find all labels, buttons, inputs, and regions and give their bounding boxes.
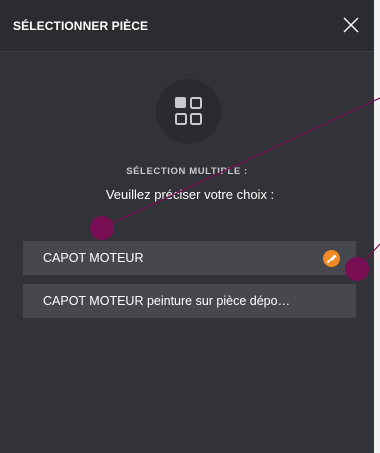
option-label: CAPOT MOTEUR xyxy=(43,251,144,265)
option-label: CAPOT MOTEUR peinture sur pièce dépo… xyxy=(43,294,291,308)
select-part-modal: SÉLECTIONNER PIÈCE SÉLECTION MULTIPLE : … xyxy=(0,0,374,453)
annotation-marker xyxy=(90,216,114,240)
option-capot-moteur-peinture[interactable]: CAPOT MOTEUR peinture sur pièce dépo… xyxy=(23,284,356,318)
paint-brush-icon xyxy=(323,250,340,267)
option-capot-moteur[interactable]: CAPOT MOTEUR xyxy=(23,241,356,275)
modal-title: SÉLECTIONNER PIÈCE xyxy=(13,19,149,33)
page-edge xyxy=(374,0,380,453)
modal-header: SÉLECTIONNER PIÈCE xyxy=(0,0,374,52)
prompt-text: Veuillez préciser votre choix : xyxy=(105,187,275,202)
grid-icon xyxy=(156,79,221,144)
close-icon[interactable] xyxy=(342,16,360,34)
annotation-marker xyxy=(345,257,369,281)
section-label: SÉLECTION MULTIPLE : xyxy=(126,166,248,177)
